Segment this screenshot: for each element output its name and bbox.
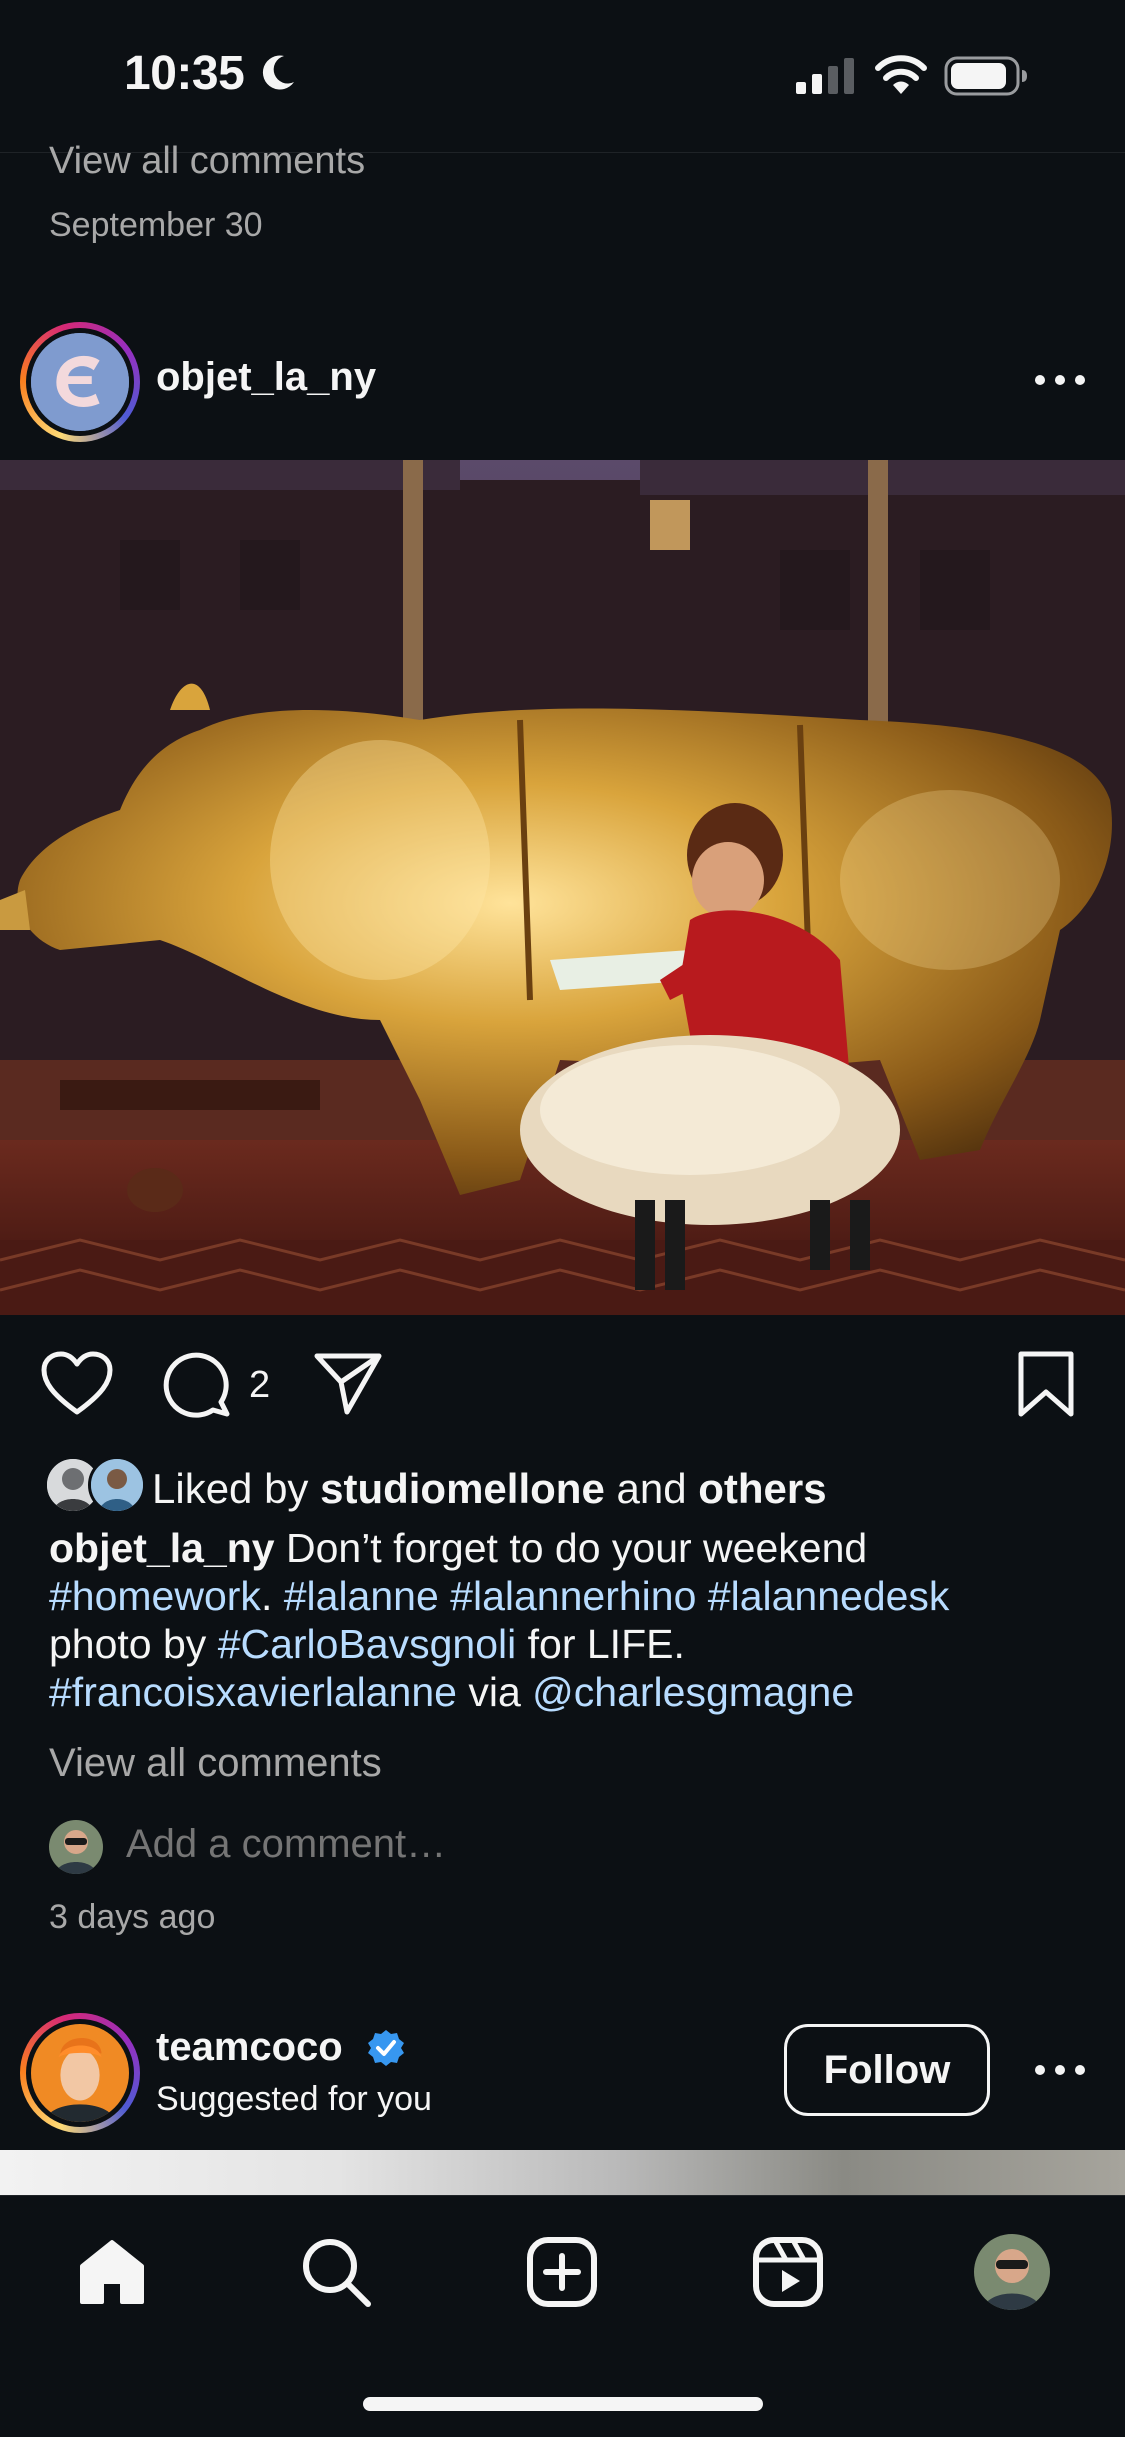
liker-avatar-2[interactable] xyxy=(88,1456,146,1514)
hashtag-link[interactable]: #francoisxavierlalanne xyxy=(49,1669,457,1715)
add-comment-input[interactable] xyxy=(126,1818,826,1870)
like-heart-icon[interactable] xyxy=(40,1350,114,1418)
liked-by-others-link[interactable]: others xyxy=(698,1465,826,1512)
hashtag-link[interactable]: #lalannedesk xyxy=(708,1573,950,1619)
rhino-desk-photo xyxy=(0,460,1125,1315)
objet-logo-icon xyxy=(31,333,129,431)
caption-text: via xyxy=(456,1669,533,1715)
teamcoco-avatar-image xyxy=(31,2024,129,2122)
hashtag-link[interactable]: #homework xyxy=(49,1573,261,1619)
my-avatar xyxy=(46,1817,106,1877)
liked-by-conjunction: and xyxy=(604,1465,699,1512)
battery-icon xyxy=(944,56,1027,96)
caption-text: for LIFE. xyxy=(516,1621,685,1667)
create-post-icon[interactable] xyxy=(526,2236,598,2308)
home-indicator xyxy=(363,2397,763,2411)
next-post-photo-preview[interactable] xyxy=(0,2150,1125,2196)
hashtag-link[interactable]: #lalanne xyxy=(284,1573,439,1619)
home-icon[interactable] xyxy=(76,2236,148,2308)
post-caption: objet_la_ny Don’t forget to do your week… xyxy=(49,1524,1089,1716)
liked-by-user-link[interactable]: studiomellone xyxy=(320,1465,605,1512)
profile-avatar[interactable] xyxy=(974,2234,1050,2310)
bottom-navigation xyxy=(0,2195,1125,2437)
status-bar: 10:35 xyxy=(0,0,1125,153)
previous-view-all-comments[interactable]: View all comments xyxy=(49,140,365,183)
search-icon[interactable] xyxy=(300,2236,372,2308)
next-post-username[interactable]: teamcoco xyxy=(156,2025,343,2070)
caption-text: photo by xyxy=(49,1621,218,1667)
caption-text: Don’t forget to do your weekend xyxy=(274,1525,868,1571)
comment-count: 2 xyxy=(249,1364,271,1406)
hashtag-link[interactable]: #CarloBavsgnoli xyxy=(218,1621,517,1667)
caption-text: . xyxy=(260,1573,284,1619)
verified-badge-icon xyxy=(368,2030,404,2066)
hashtag-link[interactable]: #lalannerhino xyxy=(450,1573,696,1619)
liked-by-line: Liked by studiomellone and others xyxy=(152,1465,827,1513)
reels-icon[interactable] xyxy=(752,2236,824,2308)
comment-icon[interactable] xyxy=(163,1350,233,1420)
liked-by-prefix: Liked by xyxy=(152,1465,321,1512)
status-time: 10:35 xyxy=(124,47,245,100)
view-all-comments-link[interactable]: View all comments xyxy=(49,1741,382,1786)
mention-link[interactable]: @charlesgmagne xyxy=(532,1669,854,1715)
post-username[interactable]: objet_la_ny xyxy=(156,355,376,400)
caption-author[interactable]: objet_la_ny xyxy=(49,1525,275,1571)
previous-post-date: September 30 xyxy=(49,206,263,244)
share-send-icon[interactable] xyxy=(313,1352,383,1416)
post-photo[interactable] xyxy=(0,460,1125,1315)
follow-button[interactable]: Follow xyxy=(784,2024,990,2116)
more-options-icon[interactable] xyxy=(1030,350,1090,410)
save-bookmark-icon[interactable] xyxy=(1017,1350,1075,1418)
next-post-more-options-icon[interactable] xyxy=(1030,2040,1090,2100)
wifi-icon xyxy=(875,55,927,94)
moon-icon xyxy=(262,55,294,90)
post-timestamp: 3 days ago xyxy=(49,1898,216,1936)
next-post-author-avatar[interactable] xyxy=(20,2013,140,2133)
post-author-avatar[interactable] xyxy=(20,322,140,442)
cellular-signal-icon xyxy=(796,58,854,94)
suggested-label: Suggested for you xyxy=(156,2080,432,2118)
